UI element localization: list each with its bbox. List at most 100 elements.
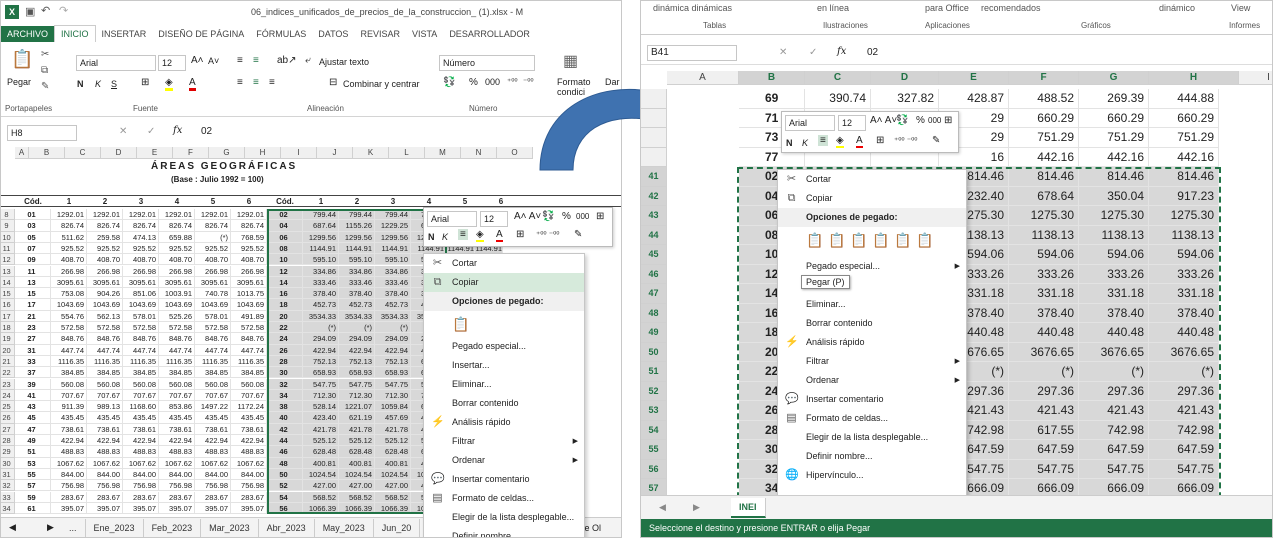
mini-thousands-icon[interactable]: 000 — [576, 212, 589, 221]
column-header[interactable]: F — [1009, 71, 1079, 85]
table-cell[interactable]: 751.29 — [1009, 128, 1079, 148]
row-header[interactable]: 55 — [641, 440, 667, 460]
table-cell[interactable]: 266.98 — [123, 265, 159, 277]
row-header[interactable] — [641, 89, 667, 109]
table-cell[interactable]: 1003.91 — [159, 288, 195, 300]
row-header[interactable]: 20 — [1, 344, 15, 356]
ribbon-item-dynamic[interactable]: dinámico — [1159, 3, 1195, 13]
align-top-icon[interactable]: ≡ — [237, 55, 243, 66]
row-header[interactable]: 8 — [1, 209, 15, 221]
table-cell[interactable]: 753.08 — [51, 288, 87, 300]
table-cell[interactable]: 447.74 — [123, 344, 159, 356]
table-cell[interactable]: 269.39 — [1079, 89, 1149, 109]
table-cell[interactable]: 853.86 — [159, 401, 195, 413]
table-cell[interactable]: 384.85 — [159, 367, 195, 379]
table-cell[interactable]: (*) — [195, 231, 231, 243]
mini-italic-button[interactable]: K — [442, 230, 448, 244]
table-cell[interactable]: 851.06 — [123, 288, 159, 300]
row-header[interactable]: 47 — [641, 284, 667, 304]
row-header[interactable]: 26 — [1, 412, 15, 424]
table-cell[interactable]: 848.76 — [51, 333, 87, 345]
table-cell[interactable]: 756.98 — [87, 480, 123, 492]
table-cell[interactable]: 266.98 — [87, 265, 123, 277]
row-header[interactable] — [641, 108, 667, 128]
currency-icon[interactable]: 💱 — [443, 77, 455, 88]
column-header[interactable]: C — [805, 71, 871, 85]
context-menu-item[interactable]: Elegir de la lista desplegable... — [424, 508, 584, 527]
table-cell[interactable]: 01 — [15, 209, 51, 221]
table-cell[interactable]: 738.61 — [123, 423, 159, 435]
column-header[interactable]: A — [667, 71, 739, 85]
table-cell[interactable]: 51 — [15, 446, 51, 458]
table-header-cell[interactable]: 6 — [231, 196, 267, 208]
row-header[interactable]: 31 — [1, 468, 15, 481]
table-cell[interactable]: 55 — [15, 468, 51, 481]
table-cell[interactable]: 422.94 — [87, 435, 123, 447]
row-header[interactable]: 30 — [1, 457, 15, 469]
table-cell[interactable]: 488.83 — [195, 446, 231, 458]
right-mini-currency-icon[interactable]: 💱 — [896, 115, 908, 126]
table-header-cell[interactable]: 4 — [159, 196, 195, 208]
table-cell[interactable]: 3095.61 — [51, 276, 87, 289]
row-header[interactable]: 44 — [641, 225, 667, 245]
table-cell[interactable]: 09 — [15, 254, 51, 266]
row-header[interactable]: 29 — [1, 446, 15, 458]
table-cell[interactable]: 491.89 — [231, 310, 267, 322]
table-cell[interactable]: 738.61 — [231, 423, 267, 435]
right-scroll-right-icon[interactable]: ▶ — [693, 502, 700, 513]
table-cell[interactable]: 768.59 — [231, 231, 267, 243]
table-cell[interactable]: 1168.60 — [123, 401, 159, 413]
ribbon-item-recommended[interactable]: recomendados — [981, 3, 1041, 13]
table-cell[interactable]: 1116.35 — [87, 355, 123, 368]
table-cell[interactable]: 989.13 — [87, 401, 123, 413]
table-cell[interactable]: 474.13 — [123, 231, 159, 243]
table-cell[interactable]: 904.26 — [87, 288, 123, 300]
row-header[interactable]: 34 — [1, 502, 15, 515]
table-cell[interactable]: 925.52 — [51, 242, 87, 255]
table-cell[interactable]: 442.16 — [1149, 147, 1219, 167]
row-header[interactable]: 28 — [1, 435, 15, 447]
row-header[interactable]: 48 — [641, 303, 667, 323]
table-cell[interactable]: 395.07 — [159, 502, 195, 515]
table-cell[interactable]: 572.58 — [231, 322, 267, 334]
sheet-scroll-right-icon[interactable]: ▶ — [47, 522, 54, 533]
row-header[interactable]: 11 — [1, 242, 15, 255]
align-center-icon[interactable]: ≡ — [253, 77, 259, 88]
table-cell[interactable]: 562.13 — [87, 310, 123, 322]
table-cell[interactable]: 826.74 — [159, 220, 195, 232]
context-menu-item[interactable]: Definir nombre... — [424, 527, 584, 537]
table-cell[interactable]: 738.61 — [159, 423, 195, 435]
italic-button[interactable]: K — [95, 77, 101, 91]
mini-borders-icon[interactable]: ⊞ — [516, 229, 524, 240]
table-cell[interactable]: 844.00 — [87, 468, 123, 481]
table-cell[interactable]: 1043.69 — [123, 299, 159, 311]
column-header[interactable]: I — [1239, 71, 1272, 85]
context-menu-item[interactable]: Copiar ⧉ — [778, 189, 966, 208]
table-cell[interactable]: 435.45 — [195, 412, 231, 424]
tab-datos[interactable]: DATOS — [312, 26, 354, 42]
table-cell[interactable]: 3095.61 — [231, 276, 267, 289]
table-cell[interactable]: 41 — [15, 389, 51, 402]
paste-option-icon[interactable]: 📋 — [806, 231, 823, 250]
table-cell[interactable]: 1292.01 — [195, 209, 231, 221]
mini-grow-icon[interactable]: A˄ A˅ — [514, 211, 541, 222]
table-cell[interactable]: 3095.61 — [195, 276, 231, 289]
column-header[interactable]: H — [1149, 71, 1239, 85]
mini-fontcolor-icon[interactable]: A — [496, 229, 503, 242]
sheet-tab[interactable]: Mar_2023 — [201, 519, 259, 537]
table-cell[interactable]: 1067.62 — [87, 457, 123, 469]
redo-icon[interactable]: ↷ — [59, 4, 68, 17]
table-cell[interactable]: 266.98 — [51, 265, 87, 277]
table-cell[interactable]: 1013.75 — [231, 288, 267, 300]
table-cell[interactable]: 57 — [15, 480, 51, 492]
paste-icon[interactable]: 📋 — [11, 49, 33, 70]
table-cell[interactable]: 283.67 — [51, 491, 87, 503]
mini-bold-button[interactable]: N — [428, 230, 435, 244]
table-cell[interactable]: 738.61 — [87, 423, 123, 435]
row-header[interactable]: 45 — [641, 245, 667, 265]
table-cell[interactable]: 1067.62 — [195, 457, 231, 469]
context-menu-item[interactable]: Elegir de la lista desplegable... — [778, 428, 966, 447]
table-cell[interactable]: 756.98 — [51, 480, 87, 492]
table-cell[interactable]: 572.58 — [195, 322, 231, 334]
context-menu-item[interactable]: Insertar... — [424, 356, 584, 375]
